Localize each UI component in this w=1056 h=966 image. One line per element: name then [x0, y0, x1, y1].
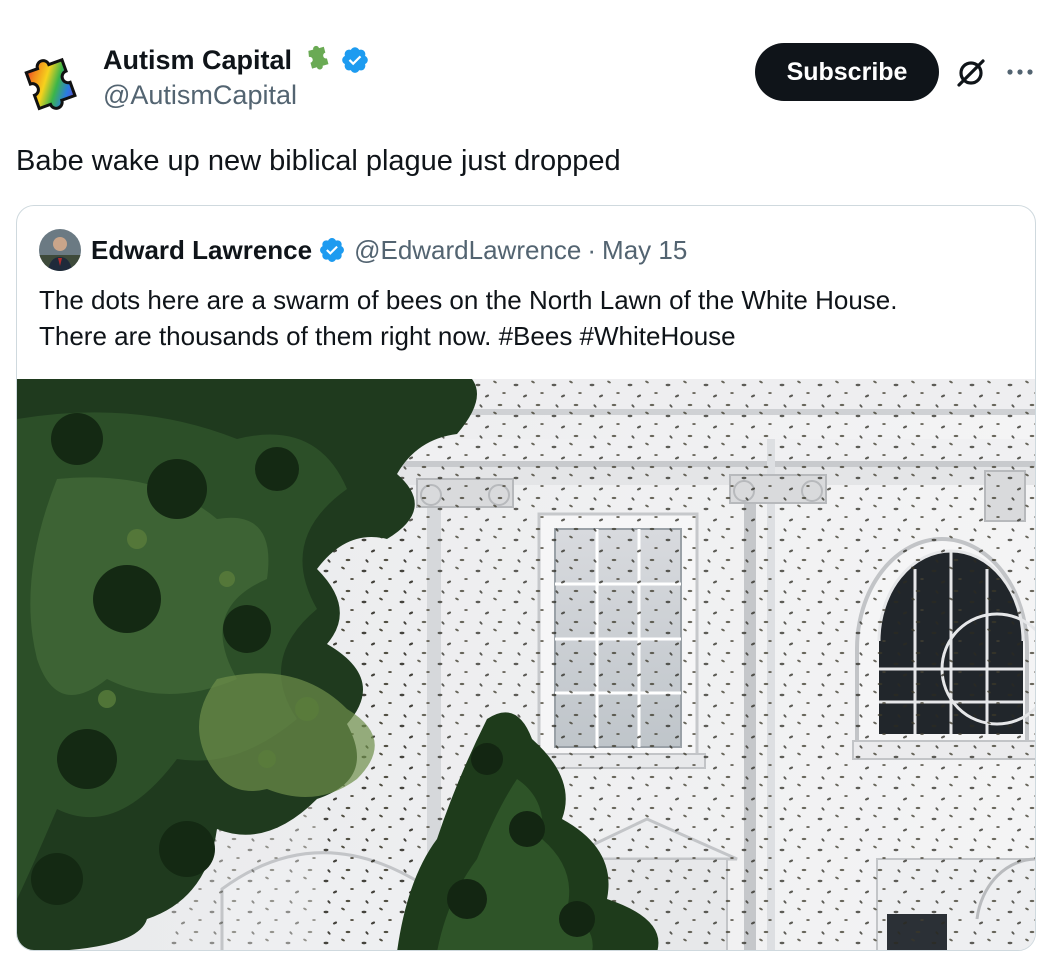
more-horizontal-icon[interactable] [1004, 56, 1036, 88]
author-avatar[interactable] [16, 42, 90, 116]
quoted-author-handle[interactable]: @EdwardLawrence [354, 235, 581, 266]
quoted-tweet-date[interactable]: May 15 [602, 235, 687, 266]
quoted-tweet-text-line: There are thousands of them right now. #… [39, 321, 736, 351]
quoted-tweet-header: Edward Lawrence @EdwardLawrence · May 15 [39, 228, 687, 272]
verified-badge-icon[interactable] [318, 236, 346, 264]
separator-dot: · [587, 234, 597, 265]
tweet: Autism Capital @AutismCapital Subscribe … [0, 0, 1056, 966]
author-block: Autism Capital @AutismCapital [103, 42, 370, 111]
subscribe-button[interactable]: Subscribe [755, 43, 939, 101]
verified-badge-icon[interactable] [340, 45, 370, 75]
tweet-text: Babe wake up new biblical plague just dr… [16, 145, 621, 177]
quoted-author-avatar[interactable] [39, 229, 81, 271]
green-puzzle-piece-icon [308, 45, 329, 70]
quoted-tweet-card[interactable]: Edward Lawrence @EdwardLawrence · May 15… [16, 205, 1036, 951]
author-name[interactable]: Autism Capital [103, 45, 292, 76]
grok-icon[interactable] [954, 56, 988, 90]
author-name-row: Autism Capital [103, 42, 370, 78]
quoted-tweet-text-line: The dots here are a swarm of bees on the… [39, 285, 898, 315]
quoted-tweet-text: The dots here are a swarm of bees on the… [39, 282, 999, 354]
quoted-tweet-photo[interactable] [17, 379, 1036, 951]
person-avatar-icon [39, 229, 81, 271]
author-handle[interactable]: @AutismCapital [103, 80, 370, 111]
rainbow-puzzle-avatar-icon [24, 57, 77, 111]
quoted-author-name[interactable]: Edward Lawrence [91, 235, 312, 266]
